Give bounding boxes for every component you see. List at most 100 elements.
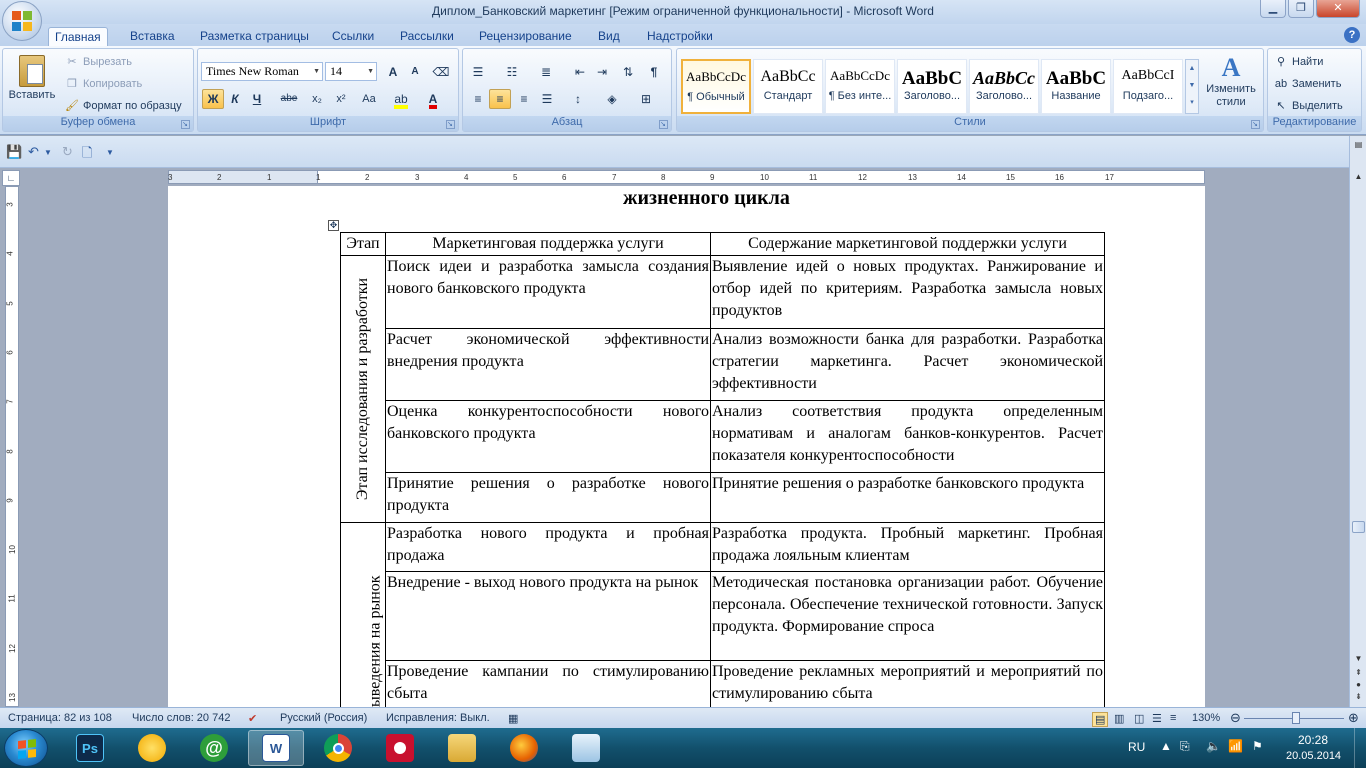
proofing-icon[interactable]: ✔ xyxy=(248,712,257,725)
tab-page-layout[interactable]: Разметка страницы xyxy=(194,27,315,46)
taskbar-photoshop[interactable]: Ps xyxy=(62,730,118,766)
replace-button[interactable]: ab Заменить xyxy=(1274,75,1342,93)
decrease-indent-button[interactable]: ⇤ xyxy=(569,62,591,82)
header-support[interactable]: Маркетинговая поддержка услуги xyxy=(385,232,711,256)
increase-indent-button[interactable]: ⇥ xyxy=(591,62,613,82)
ruler-toggle-icon[interactable]: ▤ xyxy=(1352,140,1365,149)
zoom-out-icon[interactable]: ⊖ xyxy=(1230,710,1241,726)
tab-review[interactable]: Рецензирование xyxy=(473,27,578,46)
taskbar-word[interactable]: W xyxy=(248,730,304,766)
vertical-scrollbar[interactable]: ▤ ▲ ▼ ⇞ ● ⇟ xyxy=(1349,136,1366,707)
justify-button[interactable]: ☰ xyxy=(536,89,558,109)
tab-references[interactable]: Ссылки xyxy=(326,27,380,46)
table-cell[interactable]: Расчет экономической эффективности внедр… xyxy=(385,328,711,401)
table-cell[interactable]: Разработка нового продукта и пробная про… xyxy=(385,522,711,572)
network-icon[interactable]: 📶 xyxy=(1228,739,1243,753)
table-cell[interactable]: Принятие решения о разработке банковског… xyxy=(710,472,1105,523)
zoom-in-icon[interactable]: ⊕ xyxy=(1348,710,1359,726)
paragraph-launcher-icon[interactable]: ↘ xyxy=(659,120,668,129)
help-icon[interactable]: ? xyxy=(1344,27,1360,43)
copy-button[interactable]: ❐ Копировать xyxy=(65,75,142,93)
scroll-up-icon[interactable]: ▲ xyxy=(1352,172,1365,181)
prev-page-icon[interactable]: ⇞ xyxy=(1352,668,1365,677)
new-document-icon[interactable]: 🗋 xyxy=(82,144,92,166)
print-layout-view-icon[interactable]: ▤ xyxy=(1092,712,1109,727)
clock-date[interactable]: 20.05.2014 xyxy=(1286,750,1341,762)
styles-scroll[interactable]: ▲ ▼ ▾ xyxy=(1185,59,1199,114)
bold-button[interactable]: Ж xyxy=(202,89,224,109)
macro-icon[interactable]: ▦ xyxy=(508,712,518,725)
tab-insert[interactable]: Вставка xyxy=(124,27,181,46)
tab-home[interactable]: Главная xyxy=(48,27,108,46)
web-layout-view-icon[interactable]: ◫ xyxy=(1134,712,1144,725)
taskbar-screenshot-tool[interactable] xyxy=(558,730,614,766)
style-heading-1[interactable]: AaBbC Заголово... xyxy=(897,59,967,114)
language-status[interactable]: Русский (Россия) xyxy=(280,712,367,724)
cut-button[interactable]: ✂ Вырезать xyxy=(65,53,132,71)
save-icon[interactable]: 💾 xyxy=(6,144,22,160)
shading-button[interactable]: ◈ xyxy=(601,89,623,109)
table-move-handle-icon[interactable]: ✥ xyxy=(328,220,339,231)
line-spacing-button[interactable]: ↕ xyxy=(567,89,589,109)
align-left-button[interactable]: ≡ xyxy=(467,89,489,109)
vertical-ruler[interactable] xyxy=(0,186,24,707)
clipboard-launcher-icon[interactable]: ↘ xyxy=(181,120,190,129)
font-color-button[interactable]: A xyxy=(422,89,444,109)
word-count[interactable]: Число слов: 20 742 xyxy=(132,712,230,724)
style-title[interactable]: AaBbC Название xyxy=(1041,59,1111,114)
grow-font-button[interactable]: A xyxy=(382,62,404,82)
horizontal-ruler[interactable] xyxy=(24,168,1349,186)
volume-icon[interactable]: 🔈 xyxy=(1206,739,1221,753)
scroll-thumb[interactable] xyxy=(1352,521,1365,533)
clock-time[interactable]: 20:28 xyxy=(1298,733,1328,747)
taskbar-chrome[interactable] xyxy=(310,730,366,766)
tab-selector[interactable]: ∟ xyxy=(2,170,20,186)
taskbar-recorder[interactable] xyxy=(372,730,428,766)
underline-button[interactable]: Ч xyxy=(246,89,268,109)
strikethrough-button[interactable]: abe xyxy=(278,89,300,109)
show-desktop-button[interactable] xyxy=(1354,728,1366,768)
font-size-field[interactable]: 14 ▼ xyxy=(325,62,377,81)
zoom-level[interactable]: 130% xyxy=(1192,712,1220,724)
multilevel-list-button[interactable]: ≣ xyxy=(535,62,557,82)
table-cell[interactable]: Поиск идеи и разработка замысла создания… xyxy=(385,255,711,329)
style-subtitle[interactable]: AaBbCcI Подзаго... xyxy=(1113,59,1183,114)
bullets-button[interactable]: ☰ xyxy=(467,62,489,82)
table-cell[interactable]: Принятие решения о разработке нового про… xyxy=(385,472,711,523)
change-case-button[interactable]: Aa xyxy=(356,89,382,109)
align-right-button[interactable]: ≡ xyxy=(513,89,535,109)
style-standard[interactable]: AaBbCc Стандарт xyxy=(753,59,823,114)
full-reading-view-icon[interactable]: ▥ xyxy=(1114,712,1124,725)
start-button[interactable] xyxy=(4,729,48,767)
highlight-button[interactable]: ab xyxy=(390,89,412,109)
select-button[interactable]: ↖ Выделить xyxy=(1274,97,1342,115)
zoom-slider-thumb[interactable] xyxy=(1292,712,1300,724)
find-button[interactable]: ⚲ Найти xyxy=(1274,53,1323,71)
paste-button[interactable]: Вставить xyxy=(7,53,57,113)
format-painter-button[interactable]: 🖌 Формат по образцу xyxy=(65,97,182,115)
language-indicator[interactable]: RU xyxy=(1128,740,1145,754)
tab-mailings[interactable]: Рассылки xyxy=(394,27,460,46)
office-button[interactable] xyxy=(2,1,42,41)
table-cell[interactable]: Разработка продукта. Пробный маркетинг. … xyxy=(710,522,1105,572)
marketing-table[interactable]: Этап Маркетинговая поддержка услуги Соде… xyxy=(340,232,1105,721)
next-page-icon[interactable]: ⇟ xyxy=(1352,692,1365,701)
browse-object-icon[interactable]: ● xyxy=(1352,680,1365,689)
stage-launch-cell[interactable]: выведения на рынок xyxy=(340,522,386,721)
close-button[interactable]: ✕ xyxy=(1316,0,1360,18)
taskbar-agent[interactable] xyxy=(124,730,180,766)
numbering-button[interactable]: ☷ xyxy=(501,62,523,82)
redo-icon[interactable]: ↻ xyxy=(62,144,73,160)
style-heading-2[interactable]: AaBbCc Заголово... xyxy=(969,59,1039,114)
table-cell[interactable]: Оценка конкурентоспособности нового банк… xyxy=(385,400,711,473)
customize-qat-icon[interactable]: ▼ xyxy=(106,148,114,157)
track-changes-status[interactable]: Исправления: Выкл. xyxy=(386,712,490,724)
taskbar-firefox[interactable] xyxy=(496,730,552,766)
minimize-button[interactable]: ▁ xyxy=(1260,0,1286,18)
change-styles-button[interactable]: A Изменить стили xyxy=(1201,53,1261,109)
table-cell[interactable]: Методическая постановка организации рабо… xyxy=(710,571,1105,661)
taskbar-explorer[interactable] xyxy=(434,730,490,766)
maximize-button[interactable]: ❐ xyxy=(1288,0,1314,18)
style-no-spacing[interactable]: AaBbCcDc ¶ Без инте... xyxy=(825,59,895,114)
align-center-button[interactable]: ≡ xyxy=(489,89,511,109)
